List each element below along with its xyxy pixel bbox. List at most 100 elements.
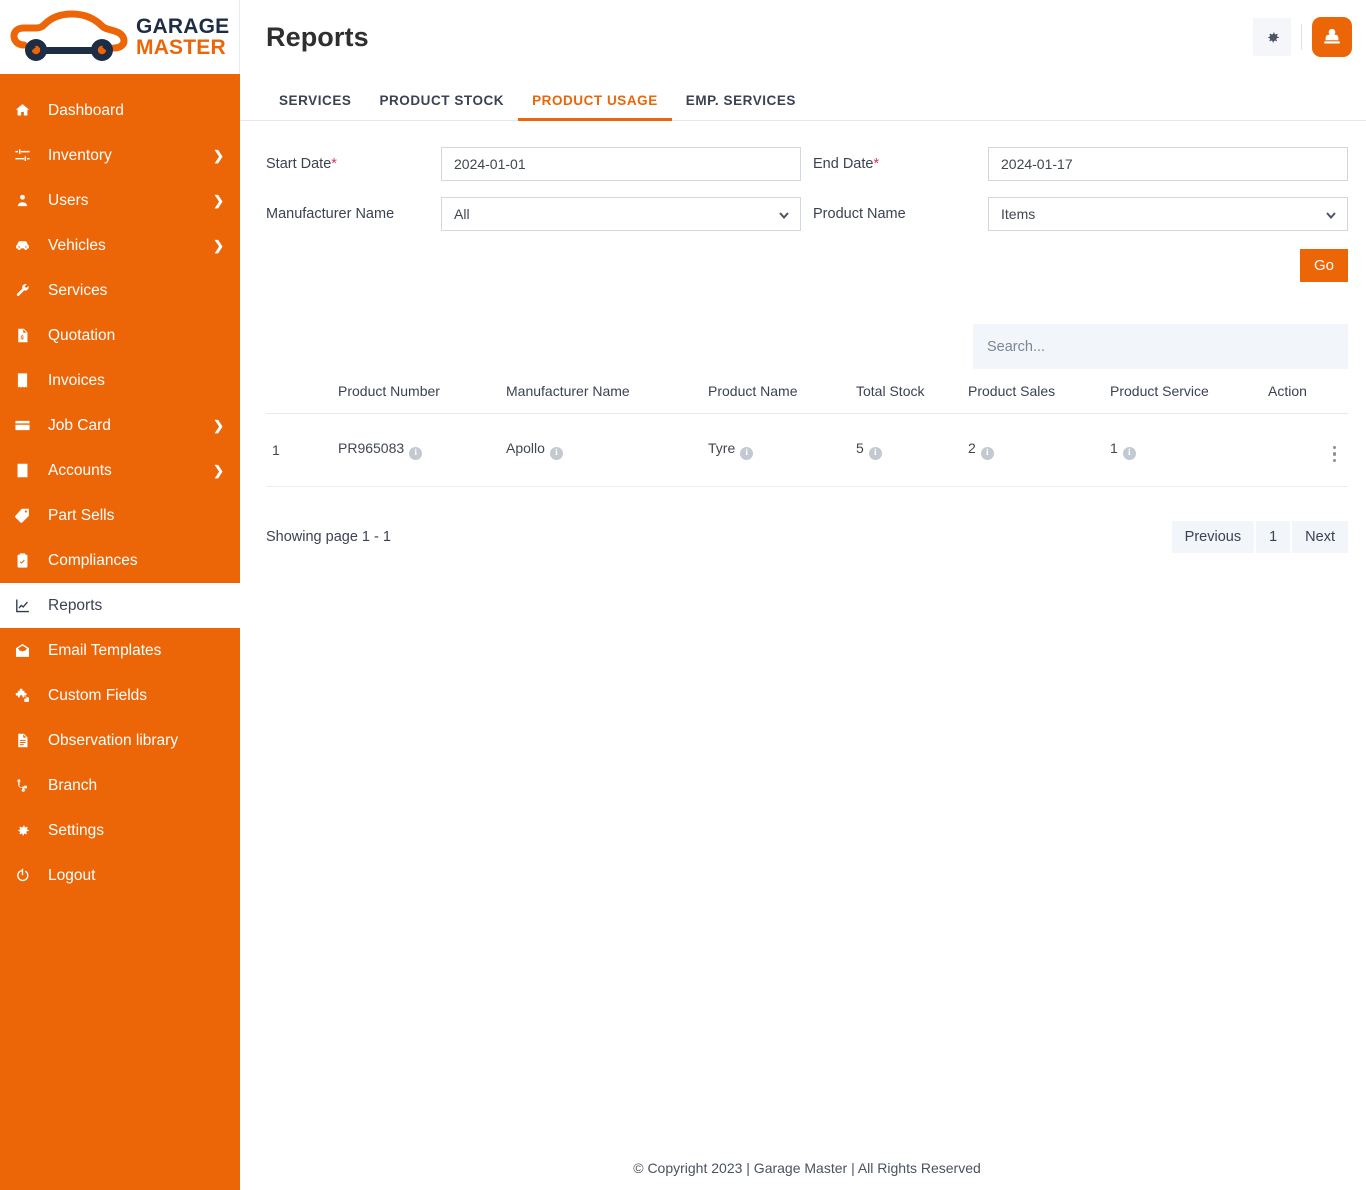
gear-icon — [14, 822, 40, 839]
sidebar-item-label: Custom Fields — [48, 686, 148, 704]
end-date-group: End Date* — [813, 147, 1348, 181]
receipt-icon — [14, 372, 40, 389]
cell-product-service-value: 1 — [1110, 440, 1118, 456]
card-icon — [14, 417, 40, 434]
col-product-name: Product Name — [702, 371, 850, 414]
next-page-button[interactable]: Next — [1292, 521, 1348, 553]
showing-label: Showing page 1 - 1 — [266, 529, 391, 545]
product-label: Product Name — [813, 206, 906, 222]
chevron-right-icon: ❯ — [213, 418, 224, 433]
manufacturer-group: Manufacturer Name All — [266, 197, 801, 231]
clipboard-check-icon — [14, 552, 40, 569]
end-date-input[interactable] — [988, 147, 1348, 181]
sidebar-nav: Dashboard Inventory ❯ Users ❯ Vehicles ❯ Servic… — [0, 74, 240, 898]
sidebar-item-label: Inventory — [48, 146, 112, 164]
manufacturer-select[interactable]: All — [441, 197, 801, 231]
search-input[interactable] — [973, 324, 1348, 369]
topbar-actions — [1253, 17, 1352, 57]
copyright-text: © Copyright 2023 | Garage Master | All R… — [633, 1160, 981, 1176]
page-number-button[interactable]: 1 — [1256, 521, 1291, 553]
product-group: Product Name Items — [813, 197, 1348, 231]
sidebar-item-inventory[interactable]: Inventory ❯ — [0, 133, 240, 178]
col-product-sales: Product Sales — [962, 371, 1104, 414]
cell-product-number: PR965083 i — [332, 413, 500, 487]
info-icon[interactable]: i — [1122, 447, 1136, 460]
calculator-icon — [14, 462, 40, 479]
sidebar-item-invoices[interactable]: Invoices — [0, 358, 240, 403]
row-index: 1 — [266, 413, 332, 487]
sidebar-item-custom-fields[interactable]: Custom Fields — [0, 673, 240, 718]
tab-emp-services[interactable]: EMP. SERVICES — [672, 93, 810, 120]
sidebar-item-label: Part Sells — [48, 506, 115, 524]
sidebar-item-reports[interactable]: Reports — [0, 583, 240, 628]
info-icon[interactable]: i — [980, 447, 994, 460]
sidebar-item-vehicles[interactable]: Vehicles ❯ — [0, 223, 240, 268]
sidebar-item-dashboard[interactable]: Dashboard — [0, 88, 240, 133]
results-panel: Product Number Manufacturer Name Product… — [266, 324, 1348, 553]
product-select[interactable]: Items — [988, 197, 1348, 231]
chevron-right-icon: ❯ — [213, 193, 224, 208]
settings-button[interactable] — [1253, 18, 1291, 56]
sidebar-item-compliances[interactable]: Compliances — [0, 538, 240, 583]
sidebar-item-part-sells[interactable]: Part Sells — [0, 493, 240, 538]
cell-manufacturer-value: Apollo — [506, 440, 545, 456]
sidebar-item-branch[interactable]: Branch — [0, 763, 240, 808]
tab-services[interactable]: SERVICES — [265, 93, 365, 120]
chevron-right-icon: ❯ — [213, 463, 224, 478]
mail-open-icon — [14, 642, 40, 659]
sidebar-item-label: Vehicles — [48, 236, 106, 254]
sidebar-item-logout[interactable]: Logout — [0, 853, 240, 898]
product-select-wrap: Items — [988, 197, 1348, 231]
required-mark: * — [331, 156, 337, 172]
tab-product-stock[interactable]: PRODUCT STOCK — [365, 93, 518, 120]
user-avatar-icon — [1324, 28, 1340, 44]
col-index — [266, 371, 332, 414]
info-icon[interactable]: i — [549, 447, 563, 460]
go-button[interactable]: Go — [1300, 249, 1348, 282]
sidebar-item-label: Job Card — [48, 416, 111, 434]
previous-page-button[interactable]: Previous — [1171, 521, 1255, 553]
cell-action — [1262, 413, 1348, 487]
avatar[interactable] — [1312, 17, 1352, 57]
sidebar-item-accounts[interactable]: Accounts ❯ — [0, 448, 240, 493]
sidebar-item-email-templates[interactable]: Email Templates — [0, 628, 240, 673]
row-index-value: 1 — [272, 442, 280, 458]
brand-logo[interactable]: GARAGE MASTER — [0, 0, 240, 74]
app-root: GARAGE MASTER Dashboard Inventory ❯ Users ❯ V… — [0, 0, 1366, 1190]
sidebar-item-users[interactable]: Users ❯ — [0, 178, 240, 223]
power-icon — [14, 867, 40, 884]
cell-total-stock: 5i — [850, 413, 962, 487]
home-icon — [14, 102, 40, 119]
user-icon — [14, 192, 40, 209]
branch-icon — [14, 777, 40, 794]
cell-manufacturer: Apollo i — [500, 413, 702, 487]
col-product-service: Product Service — [1104, 371, 1262, 414]
start-date-input[interactable] — [441, 147, 801, 181]
footer: © Copyright 2023 | Garage Master | All R… — [240, 1146, 1366, 1190]
sidebar-item-observation-library[interactable]: Observation library — [0, 718, 240, 763]
sidebar-item-label: Compliances — [48, 551, 138, 569]
brand-name-top: GARAGE — [136, 14, 230, 38]
go-row: Go — [266, 249, 1348, 282]
report-tabs: SERVICES PRODUCT STOCK PRODUCT USAGE EMP. S… — [240, 74, 1366, 121]
kebab-menu-icon[interactable] — [1327, 444, 1343, 465]
topbar-divider — [1301, 24, 1302, 50]
end-date-label: End Date* — [813, 156, 880, 172]
brand-text: GARAGE MASTER — [136, 14, 230, 59]
info-icon[interactable]: i — [740, 447, 754, 460]
sidebar-item-settings[interactable]: Settings — [0, 808, 240, 853]
cell-product-service: 1i — [1104, 413, 1262, 487]
cell-product-number-value: PR965083 — [338, 440, 405, 456]
start-date-group: Start Date* — [266, 147, 801, 181]
sidebar-item-quotation[interactable]: Quotation — [0, 313, 240, 358]
tab-product-usage[interactable]: PRODUCT USAGE — [518, 93, 672, 121]
brand-name-bottom: MASTER — [136, 36, 226, 59]
sidebar-item-services[interactable]: Services — [0, 268, 240, 313]
main-area: Reports SERVICES PRODUCT STOCK PRODUCT U… — [240, 0, 1366, 1190]
info-icon[interactable]: i — [868, 447, 882, 460]
car-icon — [14, 237, 40, 254]
sidebar: GARAGE MASTER Dashboard Inventory ❯ Users ❯ V… — [0, 0, 240, 1190]
sidebar-item-job-card[interactable]: Job Card ❯ — [0, 403, 240, 448]
tag-icon — [14, 507, 40, 524]
info-icon[interactable]: i — [409, 447, 423, 460]
